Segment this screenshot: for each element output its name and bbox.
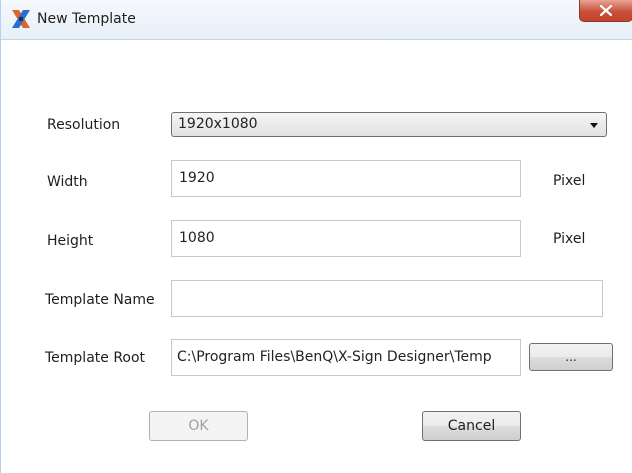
title-bar[interactable]: New Template (1, 0, 632, 40)
new-template-dialog: New Template Resolution 1920x1080 Width … (0, 0, 632, 473)
width-input[interactable]: 1920 (171, 160, 521, 197)
height-unit-label: Pixel (553, 231, 586, 247)
window-title: New Template (37, 11, 136, 27)
close-icon (600, 5, 612, 16)
width-label: Width (47, 174, 88, 190)
resolution-select[interactable]: 1920x1080 (171, 112, 607, 137)
chevron-down-icon (590, 123, 598, 128)
template-root-label: Template Root (45, 350, 146, 366)
template-root-input[interactable]: C:\Program Files\BenQ\X-Sign Designer\Te… (171, 339, 521, 376)
template-name-input[interactable] (171, 280, 603, 317)
ok-button[interactable]: OK (149, 411, 248, 441)
resolution-label: Resolution (47, 117, 121, 133)
width-unit-label: Pixel (553, 173, 586, 189)
x-sign-app-icon (12, 10, 30, 28)
close-button[interactable] (579, 0, 632, 22)
height-label: Height (47, 233, 94, 249)
template-name-label: Template Name (45, 292, 155, 308)
height-input[interactable]: 1080 (171, 220, 521, 257)
dialog-content (1, 41, 632, 473)
browse-button[interactable]: ... (529, 343, 613, 371)
resolution-selected-value: 1920x1080 (178, 116, 258, 132)
cancel-button[interactable]: Cancel (422, 411, 521, 441)
